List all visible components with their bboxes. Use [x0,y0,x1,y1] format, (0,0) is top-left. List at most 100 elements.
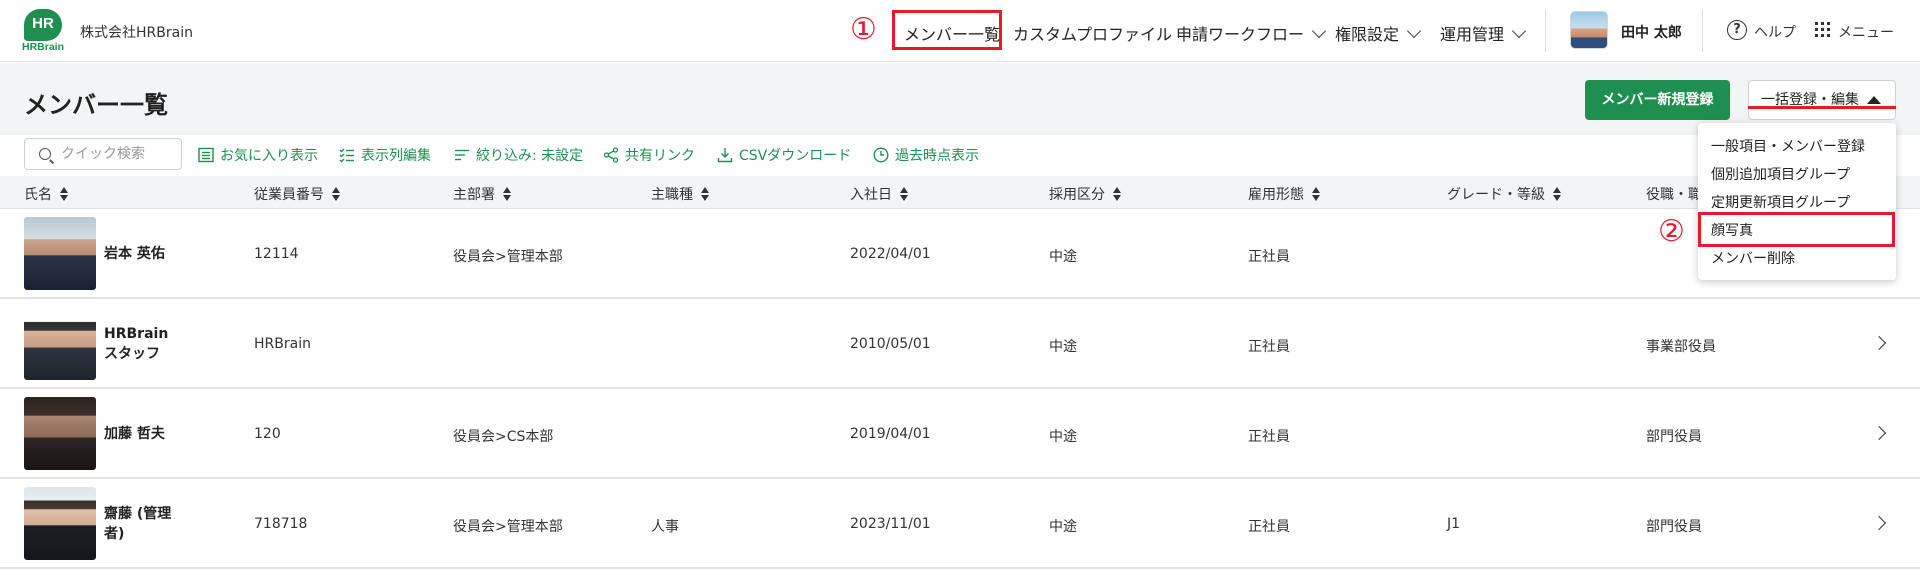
member-photo [24,307,96,380]
member-name[interactable]: 岩本 英佑 [104,244,184,264]
department: 役員会>管理本部 [453,519,563,535]
sort-icon [1312,187,1321,201]
share-icon [603,147,619,163]
table-header: 氏名 従業員番号 主部署 主職種 入社日 採用区分 雇用形態 グレード・等級 役… [0,176,1920,209]
column-header-employment-type[interactable]: 雇用形態 [1248,184,1321,204]
tool-label: 過去時点表示 [895,148,979,164]
nav-permissions[interactable]: 権限設定 [1335,21,1422,45]
position: 部門役員 [1646,519,1702,535]
nav-label: 運用管理 [1440,25,1505,44]
join-date: 2022/04/01 [850,246,931,262]
column-header-grade[interactable]: グレード・等級 [1447,184,1562,204]
nav-label: 申請ワークフロー [1176,25,1305,44]
nav-label: カスタムプロファイル [1013,25,1173,44]
edit-columns-button[interactable]: 表示列編集 [339,145,431,165]
logo-text: HRBrain [21,41,64,53]
help-icon[interactable]: ? [1727,20,1747,40]
nav-operations[interactable]: 運用管理 [1440,21,1527,45]
help-link[interactable]: ヘルプ [1754,22,1796,42]
column-label: 主職種 [651,187,693,203]
table-row[interactable]: HRBrain スタッフ HRBrain 2010/05/01 中途 正社員 事… [0,300,1920,389]
table-row[interactable]: 岩本 英佑 12114 役員会>管理本部 2022/04/01 中途 正社員 [0,210,1920,299]
join-date: 2023/11/01 [850,516,931,532]
list-icon [198,147,214,163]
page-title: メンバー一覧 [24,91,168,119]
table-row[interactable]: 加藤 哲夫 120 役員会>CS本部 2019/04/01 中途 正社員 部門役… [0,390,1920,479]
chevron-down-icon [1406,23,1422,38]
sort-icon [60,187,69,201]
column-header-hire-type[interactable]: 採用区分 [1049,184,1122,204]
chevron-down-icon [1311,23,1327,38]
sort-icon [701,187,710,201]
column-label: 主部署 [453,187,495,203]
member-name[interactable]: 加藤 哲夫 [104,424,184,444]
menu-item-periodic-field-group[interactable]: 定期更新項目グループ [1711,192,1850,212]
share-link-button[interactable]: 共有リンク [603,145,695,165]
sort-icon [503,187,512,201]
column-label: 採用区分 [1049,187,1105,203]
checklist-icon [339,148,354,163]
hire-type: 中途 [1049,519,1077,535]
bulk-register-edit-button[interactable]: 一括登録・編集 [1748,80,1896,120]
department: 役員会>CS本部 [453,429,554,445]
search-input[interactable] [61,145,176,163]
employee-no: 718718 [254,516,308,532]
column-label: 入社日 [850,187,892,203]
column-header-job-type[interactable]: 主職種 [651,184,710,204]
column-label: グレード・等級 [1447,187,1545,203]
hire-type: 中途 [1049,249,1077,265]
favorites-view-button[interactable]: お気に入り表示 [198,145,318,165]
member-name[interactable]: HRBrain スタッフ [104,324,184,364]
hrbrain-logo[interactable]: HR HRBrain [20,9,66,53]
grade: J1 [1447,516,1461,532]
chevron-right-icon[interactable] [1871,335,1887,351]
search-icon [39,148,51,160]
highlight-box-face-photo [1698,212,1895,247]
position: 事業部役員 [1646,339,1716,355]
menu-item-general-member-register[interactable]: 一般項目・メンバー登録 [1711,136,1865,156]
chevron-right-icon[interactable] [1871,515,1887,531]
member-photo [24,487,96,560]
grid-menu-icon[interactable] [1815,22,1830,37]
quick-search[interactable] [24,138,182,170]
highlight-box-members [892,10,1002,50]
csv-download-button[interactable]: CSVダウンロード [717,145,851,165]
column-header-name[interactable]: 氏名 [24,184,69,204]
hire-type: 中途 [1049,429,1077,445]
column-label: 雇用形態 [1248,187,1304,203]
annotation-marker-2: ② [1658,214,1685,249]
menu-link[interactable]: メニュー [1838,22,1894,42]
list-toolbar: お気に入り表示 表示列編集 絞り込み: 未設定 共有リンク CSVダウンロード … [0,135,1920,175]
tool-label: 共有リンク [625,148,695,164]
position: 部門役員 [1646,429,1702,445]
filter-icon [455,149,469,161]
user-avatar[interactable] [1570,11,1608,49]
member-photo [24,397,96,470]
employee-no: 120 [254,426,281,442]
highlight-underline [1748,106,1896,109]
menu-item-individual-field-group[interactable]: 個別追加項目グループ [1711,164,1850,184]
nav-custom-profile[interactable]: カスタムプロファイル [1013,21,1172,45]
page-header: メンバー一覧 メンバー新規登録 一括登録・編集 [0,63,1920,135]
logo-mark: HR [24,9,62,41]
table-row[interactable]: 齋藤 (管理者) 718718 役員会>管理本部 人事 2023/11/01 中… [0,480,1920,569]
add-member-button[interactable]: メンバー新規登録 [1585,80,1730,120]
member-photo [24,217,96,290]
join-date: 2019/04/01 [850,426,931,442]
member-name[interactable]: 齋藤 (管理者) [104,504,184,544]
menu-item-delete-member[interactable]: メンバー削除 [1711,248,1795,268]
past-view-button[interactable]: 過去時点表示 [873,145,979,165]
employee-no: HRBrain [254,336,311,352]
filter-button[interactable]: 絞り込み: 未設定 [454,145,583,165]
chevron-down-icon [1511,23,1527,38]
user-name[interactable]: 田中 太郎 [1621,22,1682,42]
column-header-employee-no[interactable]: 従業員番号 [254,184,341,204]
company-name: 株式会社HRBrain [80,25,193,41]
clock-icon [873,147,889,163]
nav-workflow[interactable]: 申請ワークフロー [1176,21,1327,45]
chevron-right-icon[interactable] [1871,425,1887,441]
join-date: 2010/05/01 [850,336,931,352]
column-label: 氏名 [24,187,52,203]
column-header-department[interactable]: 主部署 [453,184,512,204]
column-header-join-date[interactable]: 入社日 [850,184,909,204]
